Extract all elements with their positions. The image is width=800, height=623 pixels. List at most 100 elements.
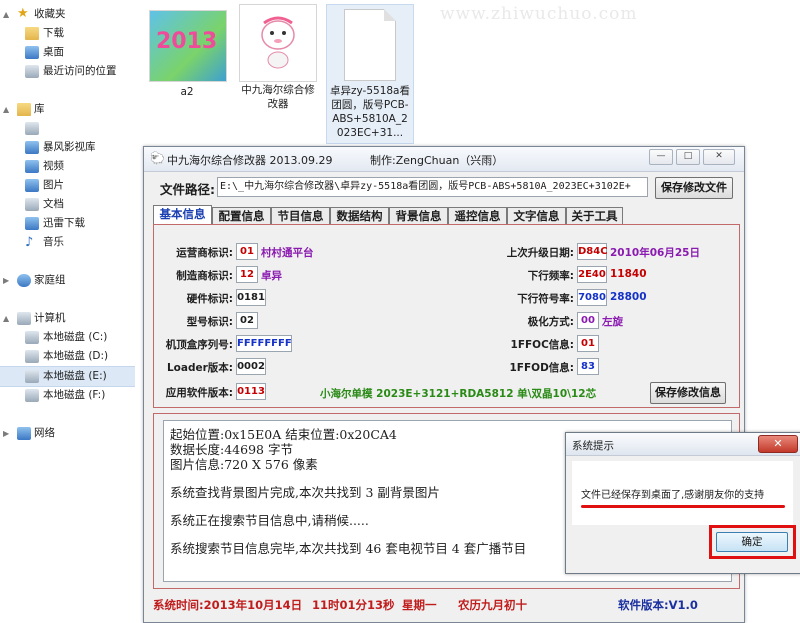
nav-label: 本地磁盘 (D:): [43, 350, 109, 362]
file-blank-icon: [344, 9, 396, 81]
iffod-info-field[interactable]: 83: [577, 358, 599, 375]
nav-computer[interactable]: ▲ 计算机: [0, 309, 135, 328]
manufacturer-id-value: 卓异: [261, 270, 282, 282]
tab-config-info[interactable]: 配置信息: [212, 207, 271, 225]
nav-label: 文档: [43, 198, 64, 210]
minimize-button[interactable]: —: [649, 149, 673, 165]
operator-id-label: 运营商标识:: [176, 247, 233, 259]
title-bar[interactable]: 🐑 中九海尔综合修改器 2013.09.29 制作:ZengChuan（兴雨） …: [144, 147, 744, 172]
video-icon: [25, 160, 39, 173]
last-upgrade-field[interactable]: D84C: [577, 243, 608, 260]
loader-version-field[interactable]: 0002: [236, 358, 266, 375]
dialog-message: 文件已经保存到桌面了,感谢朋友你的支持: [581, 490, 765, 501]
nav-desktop[interactable]: 桌面: [0, 43, 135, 62]
stb-serial-field[interactable]: FFFFFFFF: [236, 335, 292, 352]
homegroup-icon: [17, 274, 31, 287]
downlink-freq-field[interactable]: 2E40: [577, 266, 607, 283]
operator-id-field[interactable]: 01: [236, 243, 258, 260]
author-credit: 制作:ZengChuan（兴雨）: [370, 154, 504, 167]
nav-pictures[interactable]: 图片: [0, 176, 135, 195]
library-icon: [17, 103, 31, 116]
hardware-id-field[interactable]: 0181: [236, 289, 266, 306]
network-icon: [17, 427, 31, 440]
star-icon: ★: [17, 6, 29, 21]
nav-library-item[interactable]: [0, 119, 135, 138]
folder-icon: [25, 27, 39, 40]
tab-background-info[interactable]: 背景信息: [389, 207, 448, 225]
system-date: 系统时间:2013年10月14日: [153, 598, 303, 612]
expand-arrow-icon[interactable]: ▲: [3, 5, 9, 24]
manufacturer-id-label: 制造商标识:: [176, 270, 233, 282]
nav-label: 收藏夹: [34, 8, 66, 20]
nav-label: 计算机: [34, 312, 66, 324]
iffoc-info-field[interactable]: 01: [577, 335, 599, 352]
dialog-close-button[interactable]: ✕: [758, 435, 798, 453]
nav-documents[interactable]: 文档: [0, 195, 135, 214]
nav-label: 网络: [34, 427, 55, 439]
explorer-sidebar: ▲ ★ 收藏夹 下载 桌面 最近访问的位置 ▲ 库 暴风影视库 视频 图片 文档: [0, 0, 135, 621]
model-id-field[interactable]: 02: [236, 312, 258, 329]
nav-music[interactable]: ♪ 音乐: [0, 233, 135, 252]
drive-icon: [25, 350, 39, 363]
polarization-field[interactable]: 00: [577, 312, 599, 329]
operator-id-value: 村村通平台: [261, 247, 314, 259]
system-prompt-dialog: 系统提示 ✕ 文件已经保存到桌面了,感谢朋友你的支持 确定: [565, 432, 800, 574]
music-icon: ♪: [25, 235, 34, 250]
nav-library[interactable]: ▲ 库: [0, 100, 135, 119]
nav-network[interactable]: ▶ 网络: [0, 424, 135, 443]
file-item-a2[interactable]: 2013 a2: [145, 8, 229, 98]
expand-arrow-icon[interactable]: ▲: [3, 100, 9, 119]
tab-text-info[interactable]: 文字信息: [507, 207, 566, 225]
nav-favorites[interactable]: ▲ ★ 收藏夹: [0, 5, 135, 24]
log-line: 图片信息:720 X 576 像素: [170, 457, 318, 472]
nav-homegroup[interactable]: ▶ 家庭组: [0, 271, 135, 290]
nav-drive-c[interactable]: 本地磁盘 (C:): [0, 328, 135, 347]
loader-version-label: Loader版本:: [166, 362, 233, 374]
thumbnail-text: 2013: [156, 29, 218, 54]
app-icon: 🐑: [150, 151, 165, 165]
close-button[interactable]: ✕: [703, 149, 735, 165]
nav-label: 最近访问的位置: [43, 65, 117, 77]
tab-remote-info[interactable]: 遥控信息: [448, 207, 507, 225]
app-version-field[interactable]: 0113: [236, 383, 266, 400]
system-clock: 11时01分13秒: [312, 598, 395, 612]
nav-label: 视频: [43, 160, 64, 172]
polarization-value: 左旋: [602, 316, 623, 328]
red-underline-annotation: [581, 505, 785, 508]
file-item-modifier[interactable]: 中九海尔综合修改器: [238, 4, 318, 114]
nav-drive-d[interactable]: 本地磁盘 (D:): [0, 347, 135, 366]
nav-label: 库: [34, 103, 45, 115]
file-path-field[interactable]: E:\_中九海尔综合修改器\卓异zy-5518a看团圆，版号PCB-ABS+58…: [217, 177, 648, 197]
file-item-firmware[interactable]: 卓异zy-5518a看团圆，版号PCB-ABS+5810A_2023EC+31.…: [326, 4, 414, 144]
nav-recent[interactable]: 最近访问的位置: [0, 62, 135, 81]
weekday: 星期一: [402, 598, 437, 612]
tab-about[interactable]: 关于工具: [566, 207, 623, 225]
hardware-id-label: 硬件标识:: [186, 293, 233, 305]
last-upgrade-value: 2010年06月25日: [610, 247, 700, 259]
symbol-rate-field[interactable]: 7080: [577, 289, 607, 306]
expand-arrow-icon[interactable]: ▶: [3, 424, 9, 443]
manufacturer-id-field[interactable]: 12: [236, 266, 258, 283]
nav-label: 音乐: [43, 236, 64, 248]
tab-basic-info[interactable]: 基本信息: [153, 205, 212, 225]
nav-downloads[interactable]: 下载: [0, 24, 135, 43]
red-highlight-box: 确定: [709, 525, 796, 559]
maximize-button[interactable]: □: [676, 149, 700, 165]
nav-baofeng[interactable]: 暴风影视库: [0, 138, 135, 157]
expand-arrow-icon[interactable]: ▶: [3, 271, 9, 290]
app-thumbnail: [239, 4, 317, 82]
nav-drive-f[interactable]: 本地磁盘 (F:): [0, 386, 135, 405]
save-file-button[interactable]: 保存修改文件: [655, 177, 733, 199]
status-bar: 系统时间:2013年10月14日 11时01分13秒 星期一 农历九月初十 软件…: [144, 593, 744, 617]
save-info-button[interactable]: 保存修改信息: [650, 382, 726, 404]
tab-program-info[interactable]: 节目信息: [271, 207, 330, 225]
file-name: 中九海尔综合修改器: [241, 84, 315, 110]
dialog-title-bar[interactable]: 系统提示 ✕: [566, 433, 800, 456]
ok-button[interactable]: 确定: [716, 532, 788, 552]
nav-drive-e[interactable]: 本地磁盘 (E:): [0, 366, 135, 387]
nav-xunlei[interactable]: 迅雷下载: [0, 214, 135, 233]
tab-data-structure[interactable]: 数据结构: [330, 207, 389, 225]
nav-videos[interactable]: 视频: [0, 157, 135, 176]
sheep-icon: [261, 16, 295, 69]
expand-arrow-icon[interactable]: ▲: [3, 309, 9, 328]
